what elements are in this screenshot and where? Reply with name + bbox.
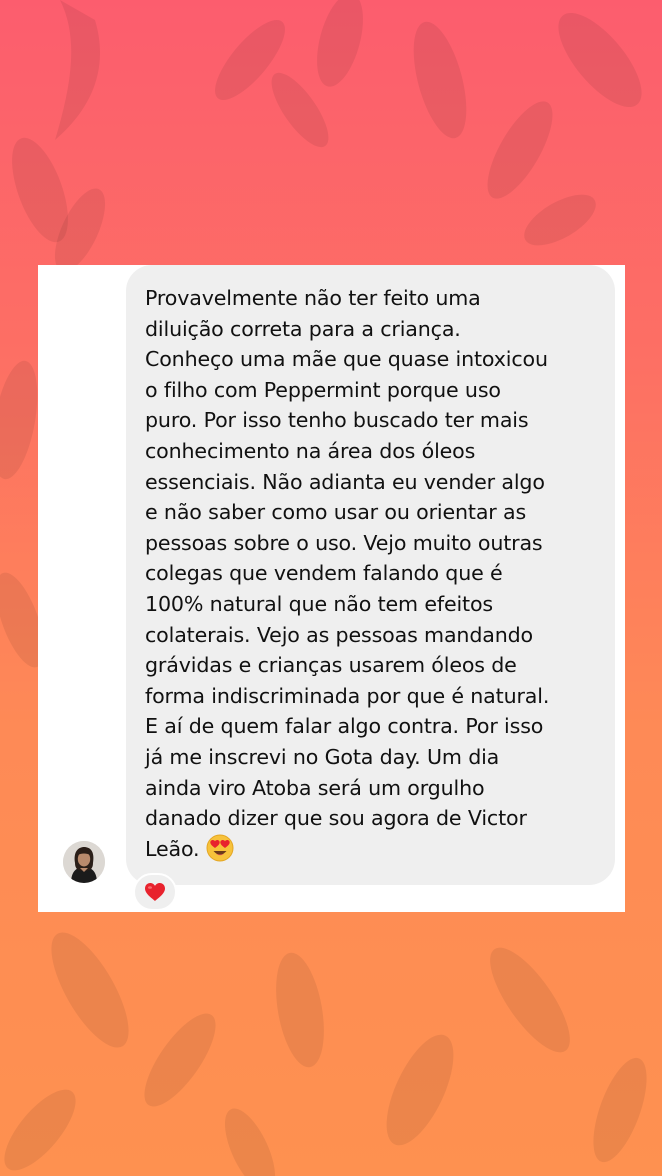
reaction-badge[interactable] <box>133 873 177 911</box>
red-heart-icon <box>145 883 165 901</box>
avatar-photo-icon <box>63 841 105 883</box>
heart-eyes-emoji-icon <box>206 834 234 862</box>
message-card: Provavelmente não ter feito uma diluição… <box>38 265 625 912</box>
message-bubble[interactable]: Provavelmente não ter feito uma diluição… <box>126 265 615 885</box>
message-text: Provavelmente não ter feito uma diluição… <box>145 286 550 862</box>
sender-avatar[interactable] <box>63 841 105 883</box>
